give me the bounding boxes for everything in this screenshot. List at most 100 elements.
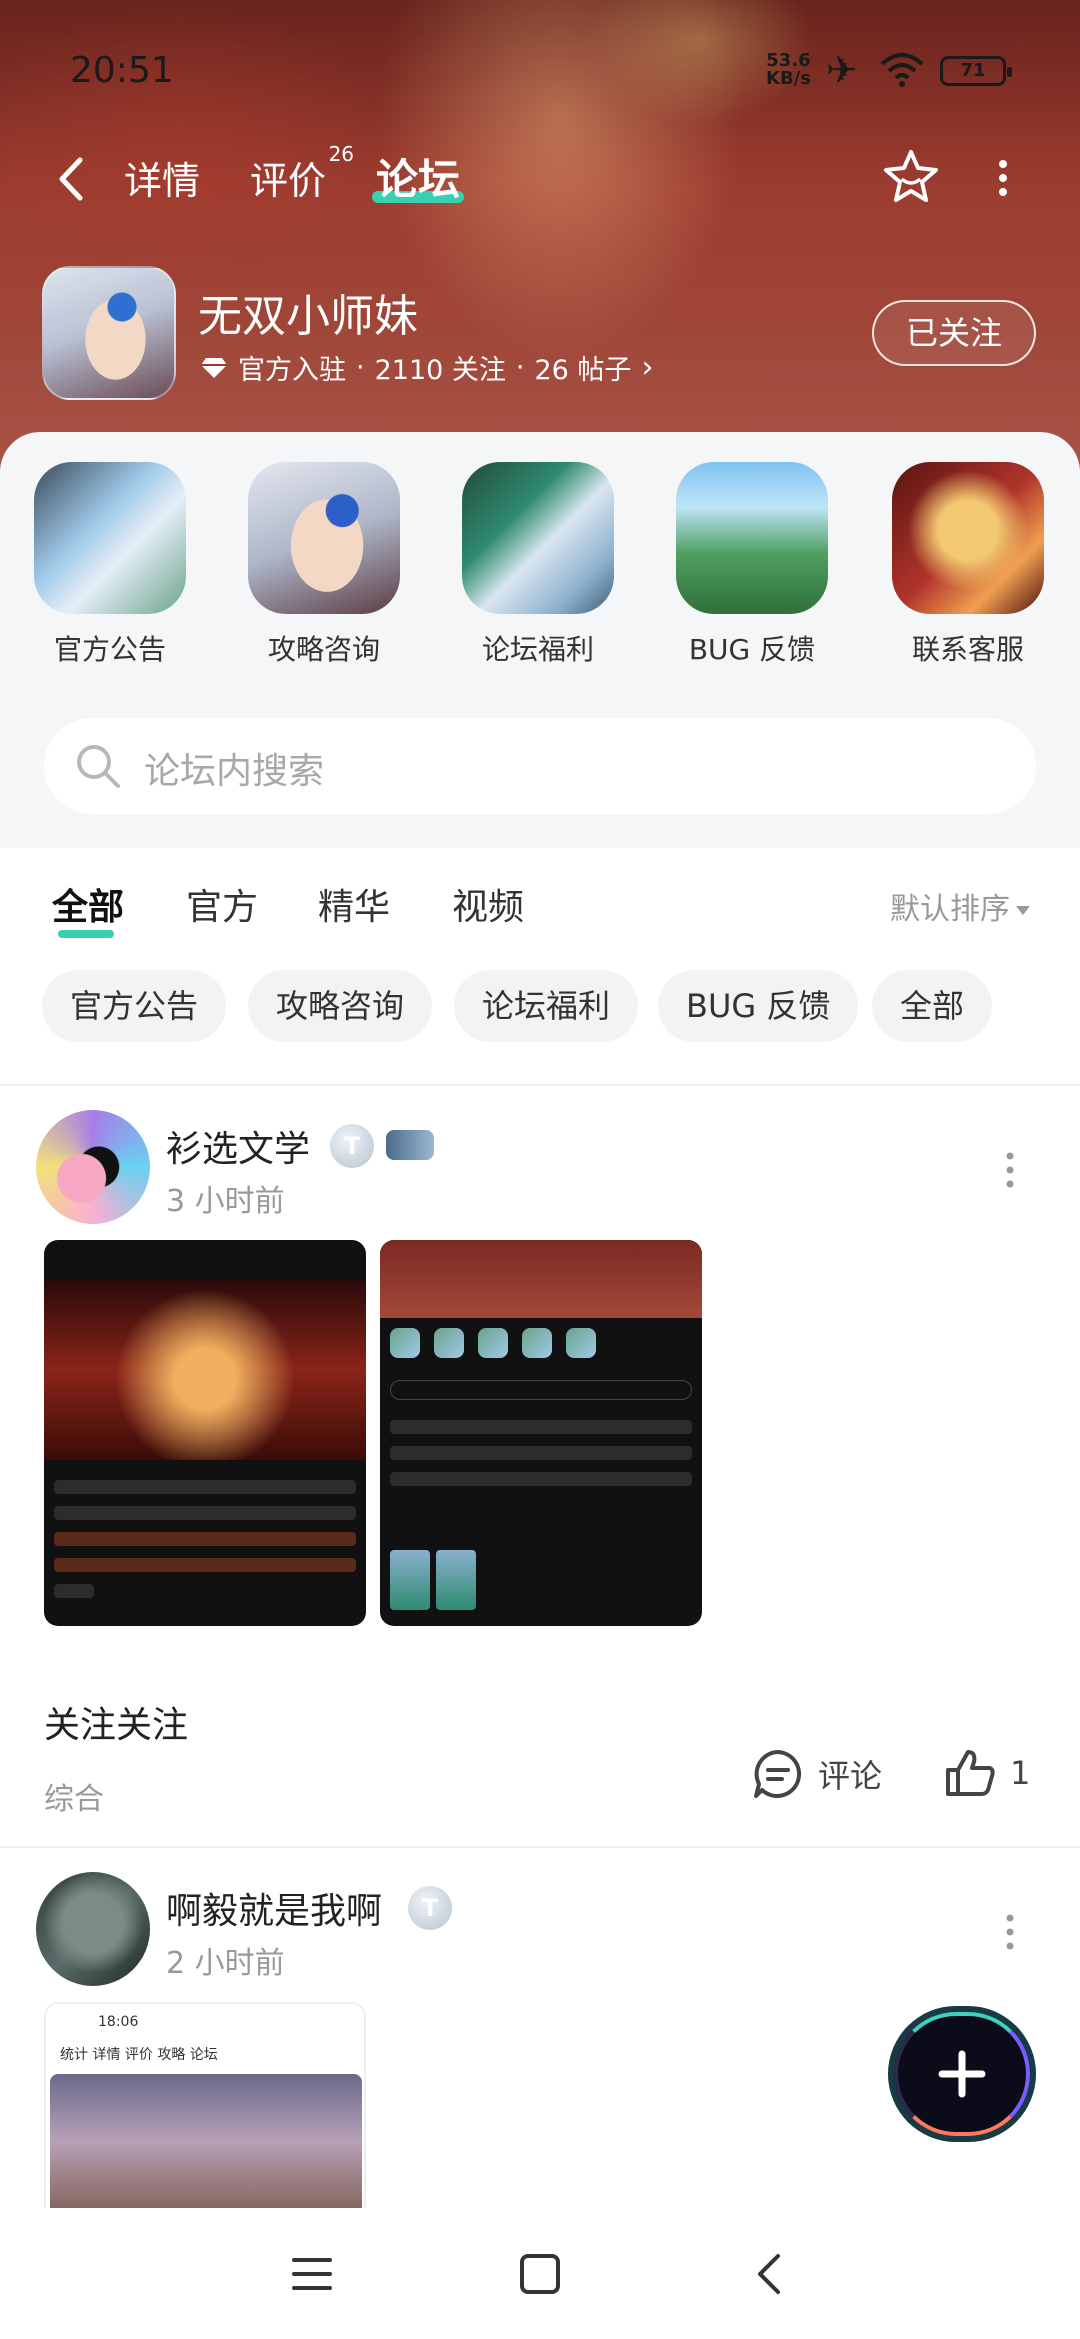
- image-icon: [434, 1328, 464, 1358]
- forum-meta[interactable]: 官方入驻 · 2110 关注 · 26 帖子 ›: [200, 348, 653, 387]
- tab-details[interactable]: 详情: [124, 150, 200, 205]
- feed-tab-all[interactable]: 全部: [52, 878, 124, 938]
- category-row: 官方公告 攻略咨询 论坛福利 BUG 反馈 联系客服: [0, 462, 1080, 682]
- menu-icon[interactable]: [290, 2252, 334, 2296]
- like-count: 1: [1010, 1754, 1031, 1792]
- avatar[interactable]: [36, 1872, 150, 1986]
- image-row: [54, 1480, 356, 1494]
- image-thumb: [436, 1550, 476, 1610]
- speed-unit: KB/s: [766, 68, 811, 89]
- verified-diamond-icon: [201, 357, 227, 378]
- chevron-down-icon: [1016, 906, 1030, 915]
- meta-separator: ·: [356, 352, 365, 383]
- feed-tab-video[interactable]: 视频: [452, 878, 524, 930]
- plus-icon: [938, 2050, 986, 2098]
- divider: [0, 1846, 1080, 1848]
- post-image-art: [44, 1280, 366, 1460]
- level-badge-icon: T: [408, 1886, 452, 1930]
- category-thumbnail: [34, 462, 186, 614]
- category-thumbnail: [248, 462, 400, 614]
- chip-guides[interactable]: 攻略咨询: [248, 970, 433, 1042]
- category-thumbnail: [676, 462, 828, 614]
- image-row: [54, 1506, 356, 1520]
- image-thumb: [390, 1550, 430, 1610]
- filter-chips: 官方公告 攻略咨询 论坛福利 BUG 反馈 全部: [0, 948, 1080, 1084]
- battery-icon: 71: [940, 56, 1012, 86]
- tab-reviews-label: 评价: [250, 159, 327, 203]
- forum-avatar[interactable]: [42, 266, 176, 400]
- feed-tab-official[interactable]: 官方: [186, 878, 258, 930]
- meta-separator: ·: [515, 352, 525, 383]
- chevron-right-icon: ›: [641, 350, 654, 385]
- comment-button[interactable]: 评论: [750, 1746, 882, 1802]
- image-icon: [522, 1328, 552, 1358]
- top-nav: 详情 评价 26 论坛: [0, 140, 1080, 220]
- post-card[interactable]: 衫选文学 T 3 小时前 关注关注 综合 评论 1: [0, 1110, 1080, 1844]
- chip-official-notice[interactable]: 官方公告: [42, 970, 227, 1042]
- post-image[interactable]: 18:06 统计 详情 评价 攻略 论坛: [44, 2002, 366, 2222]
- forum-search-input[interactable]: 论坛内搜索: [44, 718, 1036, 814]
- post-image-thumbs: [390, 1550, 476, 1610]
- image-row: [390, 1446, 692, 1460]
- back-icon[interactable]: [52, 154, 92, 204]
- chip-bug-report[interactable]: BUG 反馈: [658, 970, 859, 1042]
- image-icon: [566, 1328, 596, 1358]
- category-bug-report[interactable]: BUG 反馈: [672, 462, 832, 668]
- image-art: [50, 2074, 362, 2220]
- image-search-row: [390, 1380, 692, 1400]
- post-more-icon[interactable]: [1004, 1150, 1016, 1190]
- category-thumbnail: [462, 462, 614, 614]
- tab-forum[interactable]: 论坛: [371, 146, 465, 207]
- level-badge-icon: T: [330, 1124, 374, 1168]
- post-time: 2 小时前: [166, 1946, 285, 1981]
- category-thumbnail: [892, 462, 1044, 614]
- followed-button[interactable]: 已关注: [872, 300, 1036, 366]
- home-icon[interactable]: [518, 2252, 562, 2296]
- category-official-notice[interactable]: 官方公告: [30, 462, 190, 668]
- comment-label: 评论: [818, 1757, 883, 1795]
- post-username[interactable]: 衫选文学: [166, 1120, 310, 1172]
- divider: [0, 1084, 1080, 1086]
- post-image[interactable]: [44, 1240, 366, 1626]
- review-count: 26: [328, 142, 355, 166]
- post-more-icon[interactable]: [1004, 1912, 1016, 1952]
- sort-dropdown[interactable]: 默认排序: [890, 884, 1030, 928]
- post-topic-tag[interactable]: 综合: [44, 1774, 104, 1818]
- system-nav-bar: [0, 2208, 1080, 2339]
- post-username[interactable]: 啊毅就是我啊: [166, 1882, 382, 1934]
- category-customer-service[interactable]: 联系客服: [888, 462, 1048, 668]
- post-image[interactable]: [380, 1240, 702, 1626]
- status-bar: 20:51 53.6 KB/s ✈ 71: [0, 44, 1080, 104]
- chip-all[interactable]: 全部: [872, 970, 993, 1042]
- favorite-star-icon[interactable]: [880, 146, 942, 208]
- post-count: 26 帖子: [534, 355, 632, 386]
- category-label: 官方公告: [53, 633, 166, 666]
- avatar[interactable]: [36, 1110, 150, 1224]
- airplane-icon: ✈: [826, 48, 858, 92]
- feed-tabs: 全部 官方 精华 视频 默认排序: [0, 848, 1080, 948]
- post-image-header: [380, 1240, 702, 1318]
- feed-tab-featured[interactable]: 精华: [318, 878, 390, 930]
- category-welfare[interactable]: 论坛福利: [458, 462, 618, 668]
- image-nav-text: 统计 详情 评价 攻略 论坛: [60, 2047, 218, 2063]
- create-post-button[interactable]: [888, 2006, 1036, 2142]
- post-image-icons: [390, 1328, 596, 1358]
- post-image-rows: [390, 1420, 692, 1498]
- more-menu-icon[interactable]: [992, 156, 1014, 200]
- comment-icon: [754, 1750, 802, 1798]
- status-time: 20:51: [70, 50, 174, 91]
- post-time: 3 小时前: [166, 1184, 285, 1219]
- image-row: [54, 1584, 94, 1598]
- image-status-time: 18:06: [98, 2014, 139, 2030]
- chip-welfare[interactable]: 论坛福利: [454, 970, 639, 1042]
- category-label: 联系客服: [911, 633, 1024, 666]
- back-nav-icon[interactable]: [748, 2252, 792, 2296]
- network-speed: 53.6 KB/s: [766, 52, 811, 88]
- post-content[interactable]: 关注关注: [44, 1696, 188, 1748]
- category-guides[interactable]: 攻略咨询: [244, 462, 404, 668]
- official-label: 官方入驻: [238, 355, 346, 386]
- like-button[interactable]: 1: [944, 1746, 1030, 1800]
- category-label: 攻略咨询: [267, 633, 380, 666]
- tab-reviews[interactable]: 评价 26: [250, 142, 354, 205]
- image-icon: [478, 1328, 508, 1358]
